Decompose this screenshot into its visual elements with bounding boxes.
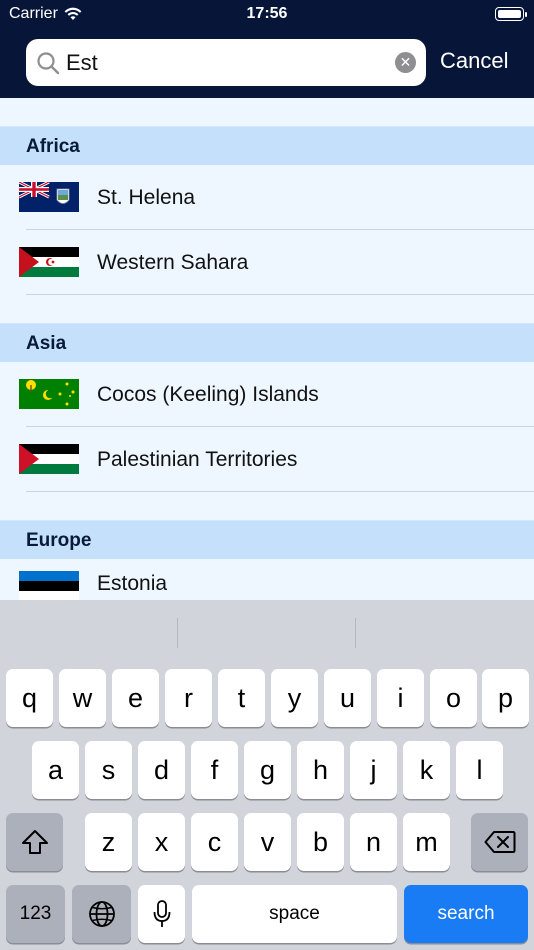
key-v[interactable]: v xyxy=(244,813,291,871)
predictive-text-bar[interactable] xyxy=(0,600,534,662)
section-header-europe: Europe xyxy=(0,520,534,559)
battery-icon xyxy=(495,7,527,21)
key-h[interactable]: h xyxy=(297,741,344,799)
key-a[interactable]: a xyxy=(32,741,79,799)
country-name: Cocos (Keeling) Islands xyxy=(97,383,319,406)
key-x[interactable]: x xyxy=(138,813,185,871)
country-list[interactable]: Africa St. Helena Western Sahara Asia Co… xyxy=(0,98,534,600)
microphone-icon xyxy=(153,900,170,927)
estonia-flag-icon xyxy=(19,571,79,600)
palestine-flag-icon xyxy=(19,444,79,474)
cancel-button[interactable]: Cancel xyxy=(440,48,508,74)
list-item-cocos-islands[interactable]: Cocos (Keeling) Islands xyxy=(0,362,534,427)
key-m[interactable]: m xyxy=(403,813,450,871)
backspace-icon xyxy=(484,831,515,853)
key-j[interactable]: j xyxy=(350,741,397,799)
dictation-key[interactable] xyxy=(138,885,185,943)
key-c[interactable]: c xyxy=(191,813,238,871)
search-bar[interactable]: ✕ xyxy=(26,39,426,86)
globe-icon xyxy=(88,901,115,927)
key-q[interactable]: q xyxy=(6,669,53,727)
key-y[interactable]: y xyxy=(271,669,318,727)
key-n[interactable]: n xyxy=(350,813,397,871)
st-helena-flag-icon xyxy=(19,182,79,212)
globe-key[interactable] xyxy=(72,885,131,943)
key-l[interactable]: l xyxy=(456,741,503,799)
cocos-islands-flag-icon xyxy=(19,379,79,409)
key-r[interactable]: r xyxy=(165,669,212,727)
delete-key[interactable] xyxy=(471,813,528,871)
key-u[interactable]: u xyxy=(324,669,371,727)
clear-search-icon[interactable]: ✕ xyxy=(395,52,416,73)
key-t[interactable]: t xyxy=(218,669,265,727)
key-w[interactable]: w xyxy=(59,669,106,727)
key-b[interactable]: b xyxy=(297,813,344,871)
keyboard: q w e r t y u i o p a s d f g h j k l z … xyxy=(0,600,534,950)
country-name: Western Sahara xyxy=(97,251,249,274)
list-item-palestinian-territories[interactable]: Palestinian Territories xyxy=(0,427,534,492)
status-time: 17:56 xyxy=(246,5,288,22)
key-p[interactable]: p xyxy=(482,669,529,727)
key-d[interactable]: d xyxy=(138,741,185,799)
shift-icon xyxy=(21,830,48,854)
list-item-st-helena[interactable]: St. Helena xyxy=(0,165,534,230)
key-k[interactable]: k xyxy=(403,741,450,799)
key-i[interactable]: i xyxy=(377,669,424,727)
search-input[interactable] xyxy=(66,39,386,86)
country-name: St. Helena xyxy=(97,186,196,209)
list-item-western-sahara[interactable]: Western Sahara xyxy=(0,230,534,295)
status-bar: Carrier 17:56 xyxy=(0,0,534,30)
western-sahara-flag-icon xyxy=(19,247,79,277)
key-o[interactable]: o xyxy=(430,669,477,727)
search-key[interactable]: search xyxy=(404,885,528,943)
space-key[interactable]: space xyxy=(192,885,397,943)
numbers-key[interactable]: 123 xyxy=(6,885,65,943)
key-f[interactable]: f xyxy=(191,741,238,799)
key-e[interactable]: e xyxy=(112,669,159,727)
list-item-estonia[interactable]: Estonia xyxy=(0,559,534,600)
key-z[interactable]: z xyxy=(85,813,132,871)
country-name: Estonia xyxy=(97,572,168,595)
key-s[interactable]: s xyxy=(85,741,132,799)
section-header-africa: Africa xyxy=(0,126,534,165)
navigation-header: Carrier 17:56 ✕ Cancel xyxy=(0,0,534,98)
search-icon xyxy=(37,52,60,75)
country-name: Palestinian Territories xyxy=(97,448,298,471)
shift-key[interactable] xyxy=(6,813,63,871)
section-header-asia: Asia xyxy=(0,323,534,362)
key-g[interactable]: g xyxy=(244,741,291,799)
